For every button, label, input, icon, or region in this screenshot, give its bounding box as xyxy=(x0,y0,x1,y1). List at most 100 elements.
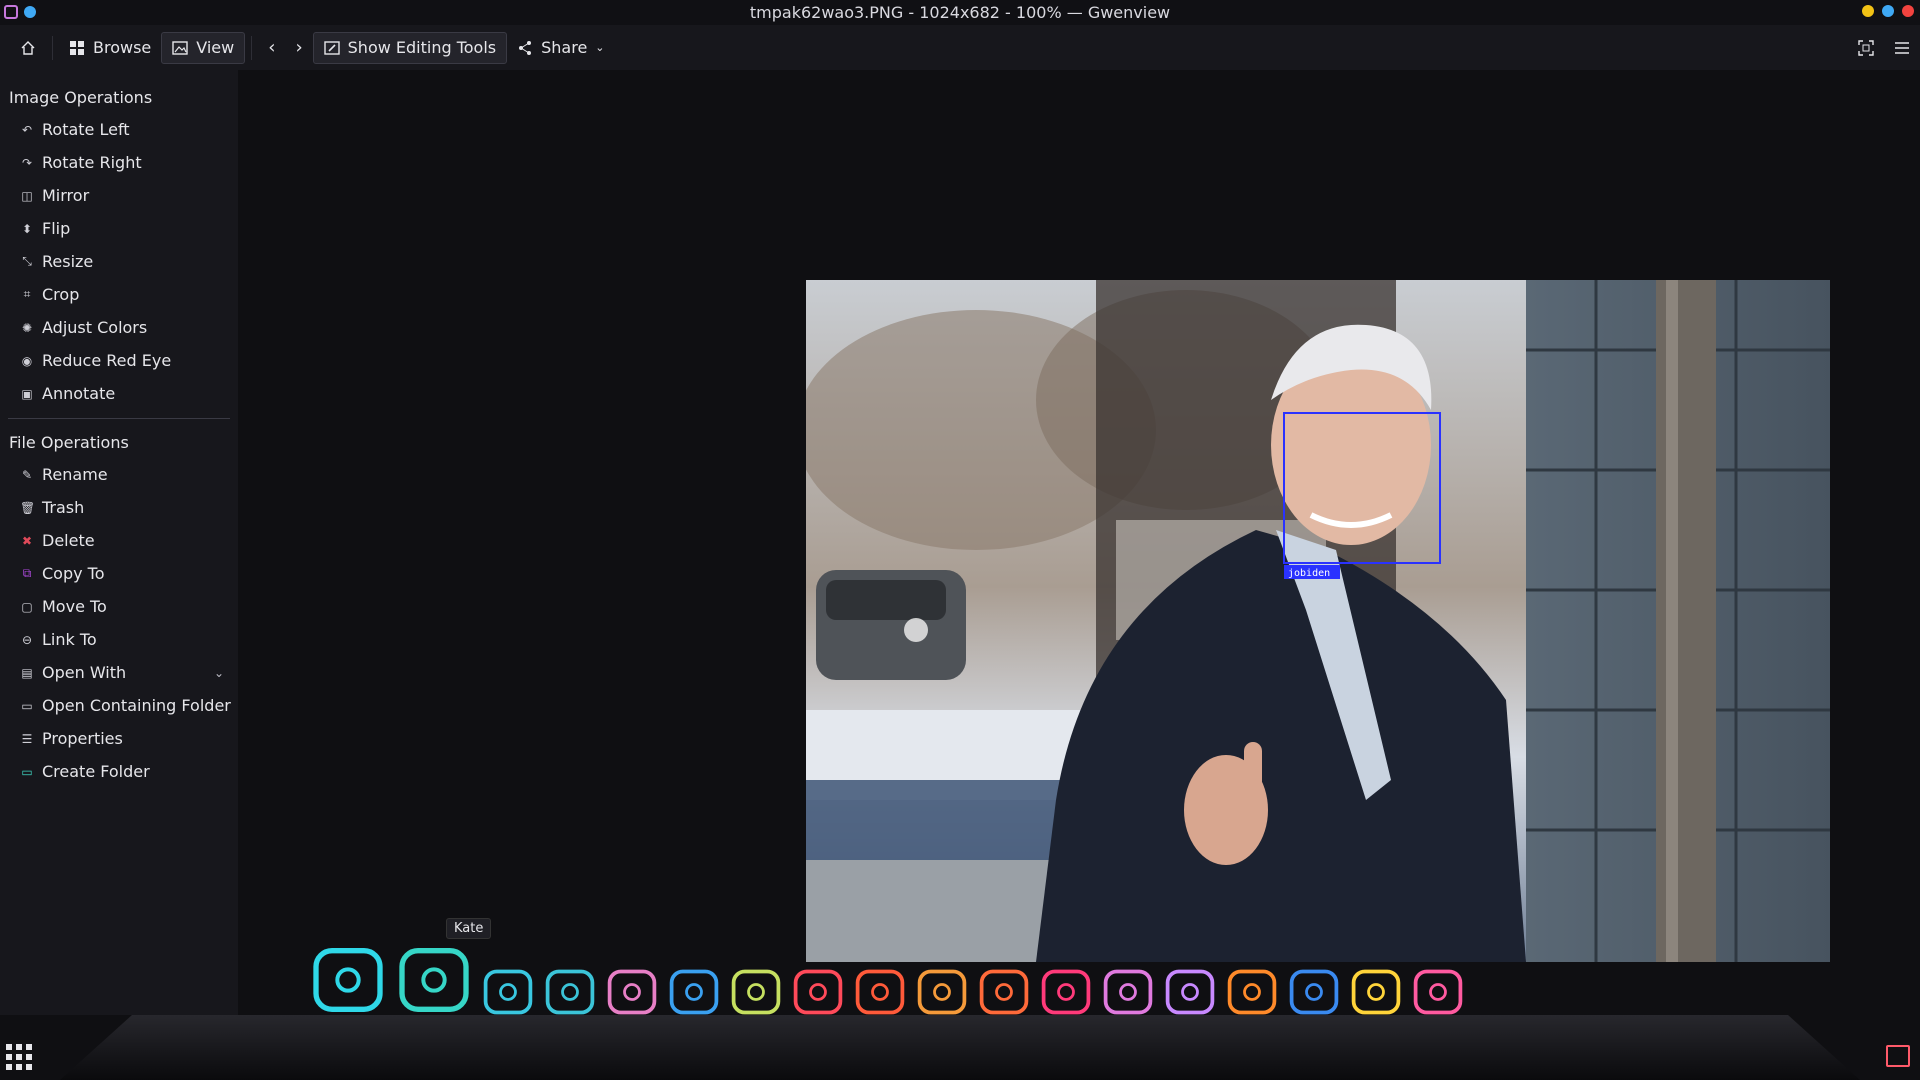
previous-button[interactable]: ‹ xyxy=(258,32,285,64)
show-editing-tools-button[interactable]: Show Editing Tools xyxy=(312,31,508,64)
photo[interactable]: jobiden xyxy=(806,280,1830,962)
copy-icon: ⧉ xyxy=(22,566,32,580)
app-launcher-icon[interactable] xyxy=(6,1044,36,1070)
sidebar-item-resize[interactable]: ⤡ Resize xyxy=(0,245,238,278)
box-icon[interactable] xyxy=(728,964,784,1020)
create-folder-icon: ▭ xyxy=(21,764,33,779)
folder-pictures-icon[interactable] xyxy=(1224,964,1280,1020)
sidebar-item-delete[interactable]: ✖ Delete xyxy=(0,524,238,557)
firefox-icon[interactable] xyxy=(1038,964,1094,1020)
share-label: Share xyxy=(541,38,588,57)
link-icon: ⊖ xyxy=(21,632,33,647)
sidebar-item-open-with[interactable]: ▤ Open With ⌄ xyxy=(0,656,238,689)
sidebar-item-mirror[interactable]: ◫ Mirror xyxy=(0,179,238,212)
sidebar-item-open-containing-folder[interactable]: ▭ Open Containing Folder xyxy=(0,689,238,722)
crop-icon: ⌗ xyxy=(23,287,31,301)
folder-icon: ▭ xyxy=(21,698,33,713)
sidebar-item-trash[interactable]: 🗑 Trash xyxy=(0,491,238,524)
delete-icon: ✖ xyxy=(21,533,33,548)
sidebar-item-rotate-right[interactable]: ↷ Rotate Right xyxy=(0,146,238,179)
rotate-left-icon: ↶ xyxy=(21,122,33,137)
hamburger-menu-button[interactable] xyxy=(1884,32,1920,64)
minimize-button[interactable] xyxy=(1862,5,1874,17)
toolbar-separator xyxy=(251,35,253,60)
sidebar-item-label: Trash xyxy=(42,498,85,517)
browse-label: Browse xyxy=(93,38,152,57)
maximize-button[interactable] xyxy=(1882,5,1894,17)
kate-icon[interactable] xyxy=(394,940,474,1020)
writer-icon[interactable] xyxy=(1286,964,1342,1020)
sidebar-item-move-to[interactable]: ▢ Move To xyxy=(0,590,238,623)
sidebar-item-adjust-colors[interactable]: ✺ Adjust Colors xyxy=(0,311,238,344)
browse-button[interactable]: Browse xyxy=(59,32,161,64)
image-operations-list: ↶ Rotate Left ↷ Rotate Right ◫ Mirror ⬍ Flip ⤡ Re… xyxy=(0,113,238,410)
dock-base xyxy=(60,1015,1860,1080)
fullscreen-icon xyxy=(1858,39,1874,56)
rotate-right-icon: ↷ xyxy=(21,155,33,170)
vm-icon[interactable] xyxy=(976,964,1032,1020)
sidebar-item-crop[interactable]: ⌗ Crop xyxy=(0,278,238,311)
sidebar-item-label: Flip xyxy=(42,219,71,238)
settings-icon[interactable] xyxy=(914,964,970,1020)
toolbar-separator xyxy=(52,35,53,60)
sidebar-item-link-to[interactable]: ⊖ Link To xyxy=(0,623,238,656)
fullscreen-button[interactable] xyxy=(1848,32,1884,64)
usb-icon[interactable] xyxy=(1348,964,1404,1020)
sidebar-item-flip[interactable]: ⬍ Flip xyxy=(0,212,238,245)
chrome-icon[interactable] xyxy=(666,964,722,1020)
share-button[interactable]: Share ⌄ xyxy=(507,32,614,64)
sidebar-item-label: Properties xyxy=(42,729,123,748)
arch-icon[interactable] xyxy=(790,964,846,1020)
home-icon xyxy=(21,40,35,55)
sidebar-item-rename[interactable]: ✎ Rename xyxy=(0,458,238,491)
sidebar-divider xyxy=(8,418,230,419)
image-view-area: jobiden xyxy=(238,70,1920,1015)
trash-icon: 🗑 xyxy=(20,500,36,515)
flip-icon: ⬍ xyxy=(21,221,33,236)
dock xyxy=(308,940,1466,1020)
sidebar-item-properties[interactable]: ☰ Properties xyxy=(0,722,238,755)
sidebar-item-label: Open With xyxy=(42,663,127,682)
terminal-icon[interactable] xyxy=(308,940,388,1020)
home-button[interactable] xyxy=(10,32,46,64)
annotate-icon: ▣ xyxy=(21,386,33,401)
title-bar-left xyxy=(4,5,36,19)
notification-icon[interactable] xyxy=(1886,1045,1910,1067)
image-viewer-icon[interactable] xyxy=(604,964,660,1020)
sidebar-item-annotate[interactable]: ▣ Annotate xyxy=(0,377,238,410)
sidebar-item-label: Mirror xyxy=(42,186,90,205)
krita-icon[interactable] xyxy=(1100,964,1156,1020)
sidebar-item-label: Adjust Colors xyxy=(42,318,148,337)
sidebar-item-rotate-left[interactable]: ↶ Rotate Left xyxy=(0,113,238,146)
chevron-down-icon: ⌄ xyxy=(595,41,605,54)
sidebar-item-label: Reduce Red Eye xyxy=(42,351,172,370)
chevron-left-icon: ‹ xyxy=(268,37,276,58)
qbittorrent-icon[interactable] xyxy=(480,964,536,1020)
sidebar-item-label: Link To xyxy=(42,630,97,649)
sidebar-item-create-folder[interactable]: ▭ Create Folder xyxy=(0,755,238,788)
next-button[interactable]: › xyxy=(285,32,312,64)
document-viewer-icon[interactable] xyxy=(1162,964,1218,1020)
sidebar-item-reduce-red-eye[interactable]: ◉ Reduce Red Eye xyxy=(0,344,238,377)
adjust-colors-icon: ✺ xyxy=(21,320,33,335)
camera-icon[interactable] xyxy=(1410,964,1466,1020)
chevron-down-icon[interactable]: ⌄ xyxy=(214,666,224,680)
move-icon: ▢ xyxy=(21,599,33,614)
editing-tools-icon xyxy=(323,40,340,55)
dock-shelf xyxy=(0,1015,1920,1080)
sidebar-item-label: Copy To xyxy=(42,564,105,583)
view-label: View xyxy=(196,38,235,57)
file-operations-list: ✎ Rename 🗑 Trash ✖ Delete ⧉ Copy To ▢ Move To ⊖ Lin… xyxy=(0,458,238,788)
vlc-icon[interactable] xyxy=(852,964,908,1020)
title-bar: tmpak62wao3.PNG - 1024x682 - 100% — Gwen… xyxy=(0,0,1920,25)
pin-icon[interactable] xyxy=(24,6,36,18)
properties-icon: ☰ xyxy=(21,731,33,746)
close-button[interactable] xyxy=(1902,5,1914,17)
sidebar-item-label: Move To xyxy=(42,597,107,616)
app-icon[interactable] xyxy=(4,5,18,19)
view-button[interactable]: View xyxy=(161,31,246,64)
image-operations-title: Image Operations xyxy=(9,88,153,107)
sidebar-item-copy-to[interactable]: ⧉ Copy To xyxy=(0,557,238,590)
dock-tooltip: Kate xyxy=(446,918,492,939)
dolphin-icon[interactable] xyxy=(542,964,598,1020)
